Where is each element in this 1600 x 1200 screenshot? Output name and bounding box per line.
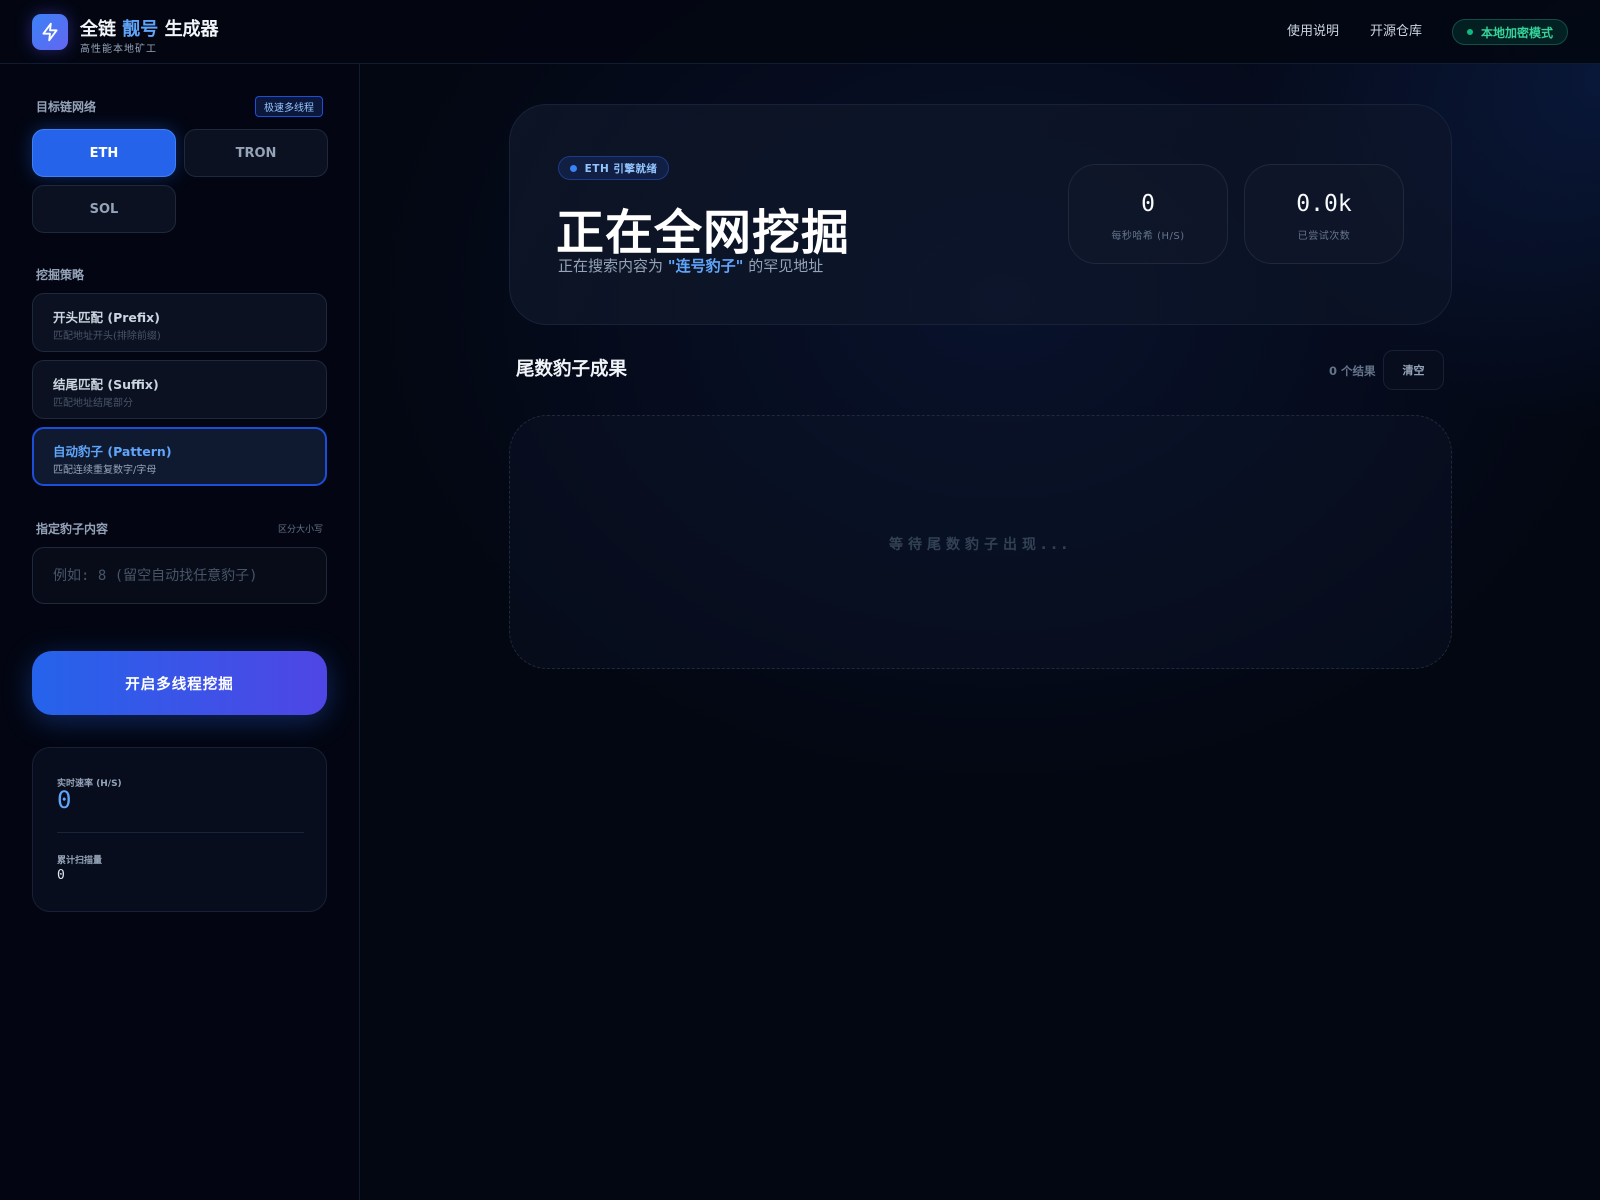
sidebar: 目标链网络 极速多线程 ETH TRON SOL 挖掘策略 开头匹配 (Pref…	[0, 64, 360, 1200]
app-title-part2: 生成器	[164, 19, 219, 40]
scan-value: 0	[57, 868, 65, 883]
empty-state-text: 等待尾数豹子出现...	[889, 537, 1072, 553]
mining-status-card: ETH 引擎就绪 正在全网挖掘 正在搜索内容为 "连号豹子" 的罕见地址 0 每…	[509, 104, 1452, 325]
strategy-title: 自动豹子 (Pattern)	[53, 444, 172, 459]
hero-sub-highlight: "连号豹子"	[667, 257, 744, 275]
app-subtitle: 高性能本地矿工	[80, 44, 157, 55]
results-list: 等待尾数豹子出现...	[509, 415, 1452, 669]
strategy-desc: 匹配地址结尾部分	[53, 398, 133, 409]
app-title-accent: 靓号	[122, 19, 159, 40]
hero-subtitle: 正在搜索内容为 "连号豹子" 的罕见地址	[558, 255, 823, 276]
pattern-content-input[interactable]	[32, 547, 327, 604]
strategy-section-label: 挖掘策略	[36, 268, 85, 282]
engine-status-label: ETH 引擎就绪	[584, 162, 658, 175]
stats-divider	[57, 832, 304, 833]
metric-value: 0	[1141, 191, 1155, 217]
lightning-bolt-icon	[42, 22, 58, 42]
metric-value: 0.0k	[1296, 191, 1352, 217]
multithread-tag: 极速多线程	[255, 96, 323, 117]
strategy-pattern[interactable]: 自动豹子 (Pattern) 匹配连续重复数字/字母	[32, 427, 327, 486]
hashrate-metric: 0 每秒哈希 (H/S)	[1068, 164, 1228, 264]
local-mode-badge: 本地加密模式	[1452, 19, 1568, 45]
nav-link-repo[interactable]: 开源仓库	[1370, 20, 1422, 39]
strategy-desc: 匹配地址开头(排除前缀)	[53, 331, 161, 342]
scan-label: 累计扫描量	[57, 856, 103, 866]
attempts-metric: 0.0k 已尝试次数	[1244, 164, 1404, 264]
content-section-label: 指定豹子内容	[36, 522, 109, 536]
start-mining-button[interactable]: 开启多线程挖掘	[32, 651, 327, 715]
live-stats-card: 实时速率 (H/S) 0 累计扫描量 0	[32, 747, 327, 912]
strategy-desc: 匹配连续重复数字/字母	[53, 465, 157, 476]
hero-sub-prefix: 正在搜索内容为	[558, 257, 668, 275]
chain-section-label: 目标链网络	[36, 100, 97, 114]
rate-value: 0	[57, 786, 72, 814]
app-title-part1: 全链	[80, 19, 116, 40]
chain-button-tron[interactable]: TRON	[184, 129, 328, 177]
hero-sub-suffix: 的罕见地址	[743, 257, 824, 275]
app-logo	[32, 14, 68, 50]
case-sensitive-hint: 区分大小写	[278, 525, 324, 535]
top-header: 全链 靓号 生成器 高性能本地矿工 使用说明 开源仓库 本地加密模式	[0, 0, 1600, 64]
engine-status-badge: ETH 引擎就绪	[558, 156, 669, 180]
clear-results-button[interactable]: 清空	[1383, 350, 1444, 390]
strategy-title: 开头匹配 (Prefix)	[53, 310, 160, 325]
metric-caption: 已尝试次数	[1297, 231, 1351, 242]
status-dot	[1466, 29, 1473, 35]
app-title: 全链 靓号 生成器	[80, 15, 219, 41]
engine-status-dot	[569, 164, 577, 172]
strategy-title: 结尾匹配 (Suffix)	[53, 377, 159, 392]
chain-button-sol[interactable]: SOL	[32, 185, 176, 233]
mode-badge-label: 本地加密模式	[1480, 25, 1553, 40]
strategy-suffix[interactable]: 结尾匹配 (Suffix) 匹配地址结尾部分	[32, 360, 327, 419]
hero-title: 正在全网挖掘	[556, 205, 851, 261]
results-count: 0 个结果	[1329, 364, 1376, 378]
metric-caption: 每秒哈希 (H/S)	[1111, 231, 1185, 242]
results-title: 尾数豹子成果	[516, 359, 628, 380]
nav-link-usage[interactable]: 使用说明	[1287, 20, 1339, 39]
strategy-prefix[interactable]: 开头匹配 (Prefix) 匹配地址开头(排除前缀)	[32, 293, 327, 352]
chain-button-eth[interactable]: ETH	[32, 129, 176, 177]
